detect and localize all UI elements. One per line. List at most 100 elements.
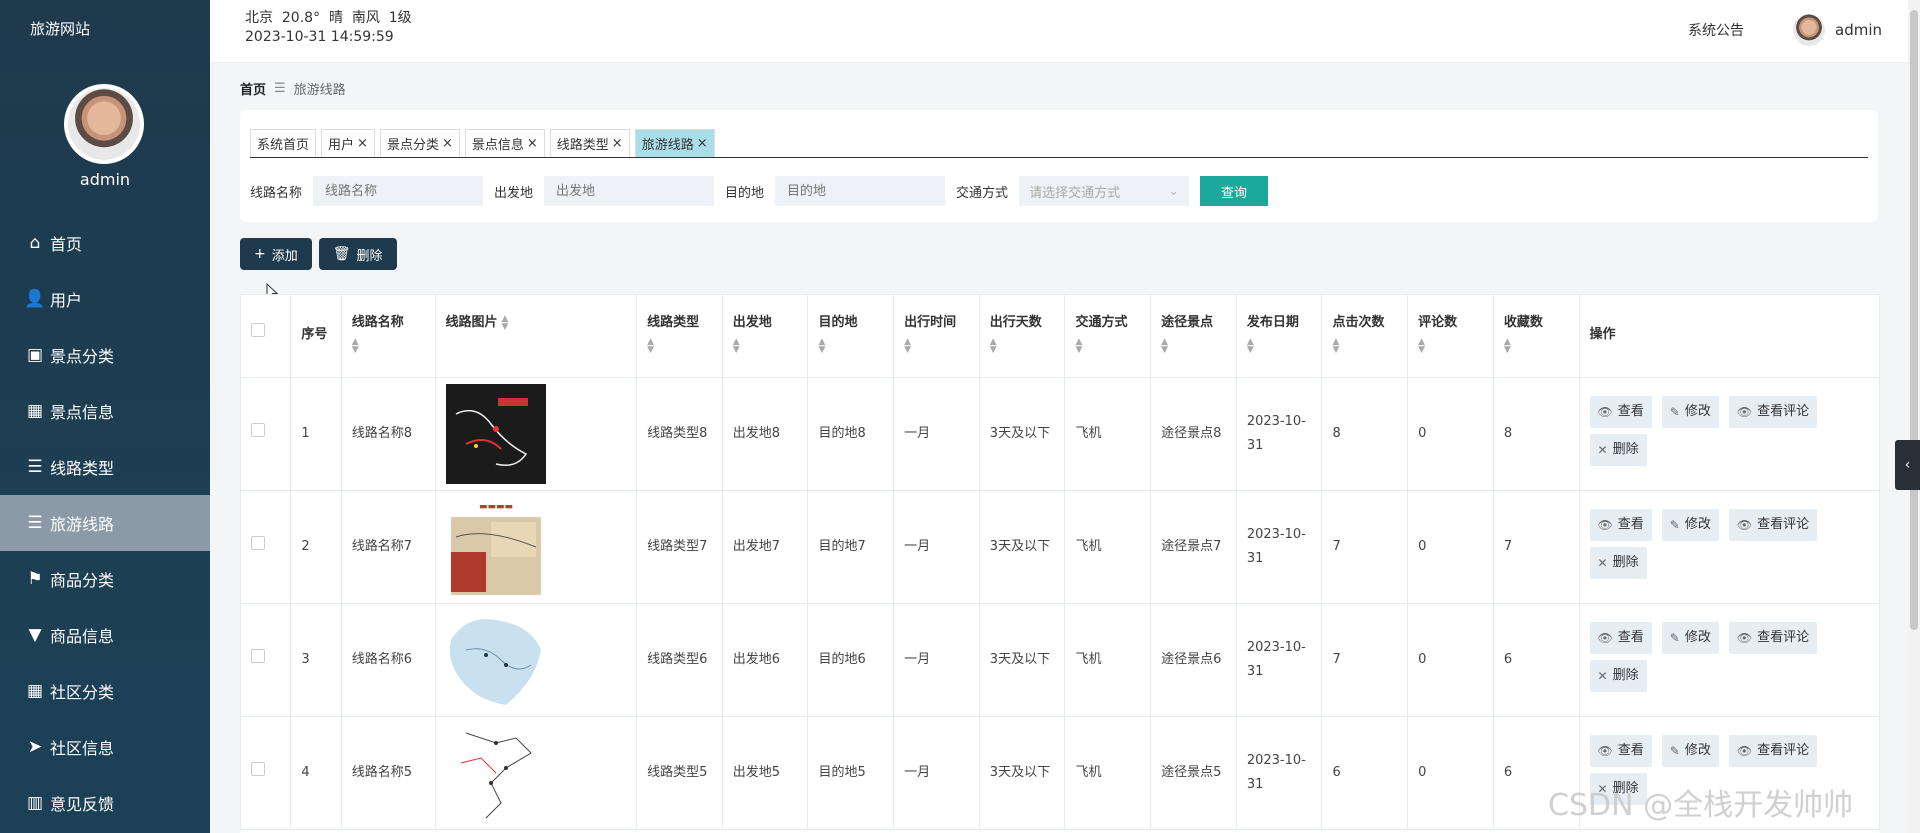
view-comments-button[interactable]: 👁 查看评论: [1728, 735, 1818, 767]
column-header[interactable]: 目的地 ▲ ▼: [807, 294, 895, 378]
delete-row-button[interactable]: ✕ 删除: [1589, 434, 1647, 466]
column-header[interactable]: 交通方式 ▲ ▼: [1064, 294, 1152, 378]
transport-select[interactable]: 请选择交通方式 ⌄: [1019, 176, 1190, 206]
sort-icon[interactable]: ▲ ▼: [904, 338, 969, 355]
system-notice-link[interactable]: 系统公告: [1688, 20, 1744, 40]
watermark: CSDN @全栈开发帅帅: [1548, 788, 1854, 823]
add-button[interactable]: + 添加: [240, 238, 312, 270]
delete-button[interactable]: 🗑 删除: [318, 238, 397, 270]
column-header[interactable]: 线路名称 ▲ ▼: [340, 294, 436, 378]
close-icon[interactable]: ×: [612, 136, 623, 151]
close-icon[interactable]: ×: [697, 136, 708, 151]
sort-icon[interactable]: ▲ ▼: [1332, 338, 1397, 355]
favorite-count: 6: [1492, 603, 1580, 717]
edit-icon: ✎: [1669, 405, 1680, 419]
sort-icon[interactable]: ▲ ▼: [1504, 338, 1569, 355]
sort-icon[interactable]: ▲ ▼: [647, 338, 712, 355]
column-header[interactable]: 收藏数 ▲ ▼: [1492, 294, 1580, 378]
edit-button[interactable]: ✎ 修改: [1661, 735, 1719, 767]
tab[interactable]: 用户 ×: [321, 129, 375, 157]
edit-button[interactable]: ✎ 修改: [1661, 509, 1719, 541]
sidebar-item[interactable]: ▦ 社区分类: [0, 663, 210, 719]
route-type: 线路类型8: [636, 377, 723, 491]
close-icon[interactable]: ×: [357, 136, 368, 151]
edit-button[interactable]: ✎ 修改: [1661, 396, 1719, 428]
sidebar-item[interactable]: ➤ 社区信息: [0, 719, 210, 775]
sort-icon[interactable]: ▲ ▼: [1161, 338, 1226, 355]
sort-icon[interactable]: ▲ ▼: [352, 338, 425, 355]
route-name-input[interactable]: [313, 176, 484, 206]
row-checkbox[interactable]: [251, 649, 265, 663]
delete-row-button[interactable]: ✕ 删除: [1589, 660, 1647, 692]
select-all-checkbox[interactable]: [251, 323, 265, 337]
sidebar-item[interactable]: ⌂ 首页: [0, 215, 210, 271]
sidebar-item[interactable]: ☰ 旅游线路: [0, 495, 210, 551]
destination-input[interactable]: [775, 176, 946, 206]
column-header[interactable]: 途径景点 ▲ ▼: [1150, 294, 1237, 378]
scrollbar-thumb[interactable]: [1910, 10, 1918, 630]
sort-icon[interactable]: ▲ ▼: [502, 314, 509, 331]
brand-title: 旅游网站: [30, 20, 91, 38]
avatar[interactable]: [64, 84, 144, 164]
view-comments-button[interactable]: 👁 查看评论: [1728, 622, 1818, 654]
column-header[interactable]: 出发地 ▲ ▼: [721, 294, 809, 378]
sidebar-item[interactable]: ▼ 商品信息: [0, 607, 210, 663]
column-header[interactable]: 出行时间 ▲ ▼: [893, 294, 980, 378]
route-image[interactable]: ▬▬▬▬: [445, 497, 627, 597]
column-header[interactable]: 评论数 ▲ ▼: [1407, 294, 1494, 378]
column-header[interactable]: 出行天数 ▲ ▼: [978, 294, 1066, 378]
view-button[interactable]: 👁 查看: [1589, 622, 1652, 654]
transport-label: 交通方式: [956, 185, 1009, 201]
sort-icon[interactable]: ▲ ▼: [990, 338, 1055, 355]
user-menu[interactable]: admin: [1793, 14, 1882, 46]
view-button[interactable]: 👁 查看: [1589, 509, 1652, 541]
sidebar-item[interactable]: ▣ 景点分类: [0, 327, 210, 383]
tab[interactable]: 系统首页: [250, 129, 317, 157]
sort-icon[interactable]: ▲ ▼: [1418, 338, 1483, 355]
close-icon[interactable]: ×: [442, 136, 453, 151]
top-header: 北京 20.8° 晴 南风 1级 2023-10-31 14:59:59 系统公…: [210, 0, 1910, 63]
tab[interactable]: 景点信息 ×: [464, 129, 545, 157]
view-comments-button[interactable]: 👁 查看评论: [1728, 396, 1818, 428]
sort-icon[interactable]: ▲ ▼: [733, 338, 798, 355]
departure-input[interactable]: [544, 176, 715, 206]
view-button[interactable]: 👁 查看: [1589, 735, 1652, 767]
edit-button[interactable]: ✎ 修改: [1661, 622, 1719, 654]
tab[interactable]: 线路类型 ×: [549, 129, 630, 157]
route-image-cell: ▬▬▬▬: [434, 490, 638, 604]
table-body: 1 线路名称8 线路类型8 出发地8 目的地8 一月 3天及以下 飞机 途径景点8 2023-10…: [239, 377, 1880, 830]
sort-icon[interactable]: ▲ ▼: [1247, 338, 1312, 355]
column-header[interactable]: 线路类型 ▲ ▼: [636, 294, 723, 378]
column-header[interactable]: 发布日期 ▲ ▼: [1235, 294, 1323, 378]
row-checkbox[interactable]: [251, 762, 265, 776]
tab-label: 线路类型: [556, 138, 609, 153]
column-header[interactable]: 点击次数 ▲ ▼: [1321, 294, 1409, 378]
sort-icon[interactable]: ▲ ▼: [818, 338, 883, 355]
avatar-image: [68, 88, 140, 160]
row-checkbox[interactable]: [251, 423, 265, 437]
tab[interactable]: 景点分类 ×: [379, 129, 460, 157]
sidebar-item[interactable]: ☰ 线路类型: [0, 439, 210, 495]
sort-icon[interactable]: ▲ ▼: [1075, 338, 1140, 355]
chevron-left-icon[interactable]: ‹: [1895, 440, 1920, 490]
tab[interactable]: 旅游线路 ×: [634, 129, 715, 157]
view-button[interactable]: 👁 查看: [1589, 396, 1652, 428]
sidebar-item[interactable]: ⚑ 商品分类: [0, 551, 210, 607]
query-button[interactable]: 查询: [1200, 176, 1269, 206]
row-checkbox[interactable]: [251, 536, 265, 550]
view-comments-button[interactable]: 👁 查看评论: [1728, 509, 1818, 541]
route-image[interactable]: [445, 723, 627, 823]
delete-row-button[interactable]: ✕ 删除: [1589, 547, 1647, 579]
column-header[interactable]: 线路图片 ▲ ▼: [434, 294, 638, 378]
route-image[interactable]: [445, 610, 627, 710]
table-header-row: 序号 线路名称 ▲ ▼ 线路图片 ▲ ▼ 线路类型 ▲ ▼ 出发地 ▲ ▼ 目的地 ▲ ▼ 出行时间 ▲ ▼ 出行天数…: [239, 294, 1880, 378]
column-header-label: 目的地: [818, 315, 858, 330]
close-icon[interactable]: ×: [527, 136, 538, 151]
sidebar-item[interactable]: ▦ 景点信息: [0, 383, 210, 439]
sidebar-item[interactable]: 👤 用户: [0, 271, 210, 327]
route-image-cell: [434, 603, 638, 717]
travel-days: 3天及以下: [978, 377, 1066, 491]
breadcrumb-home[interactable]: 首页: [240, 79, 266, 98]
route-image[interactable]: [445, 384, 627, 484]
sidebar-item[interactable]: ▥ 意见反馈: [0, 775, 210, 831]
